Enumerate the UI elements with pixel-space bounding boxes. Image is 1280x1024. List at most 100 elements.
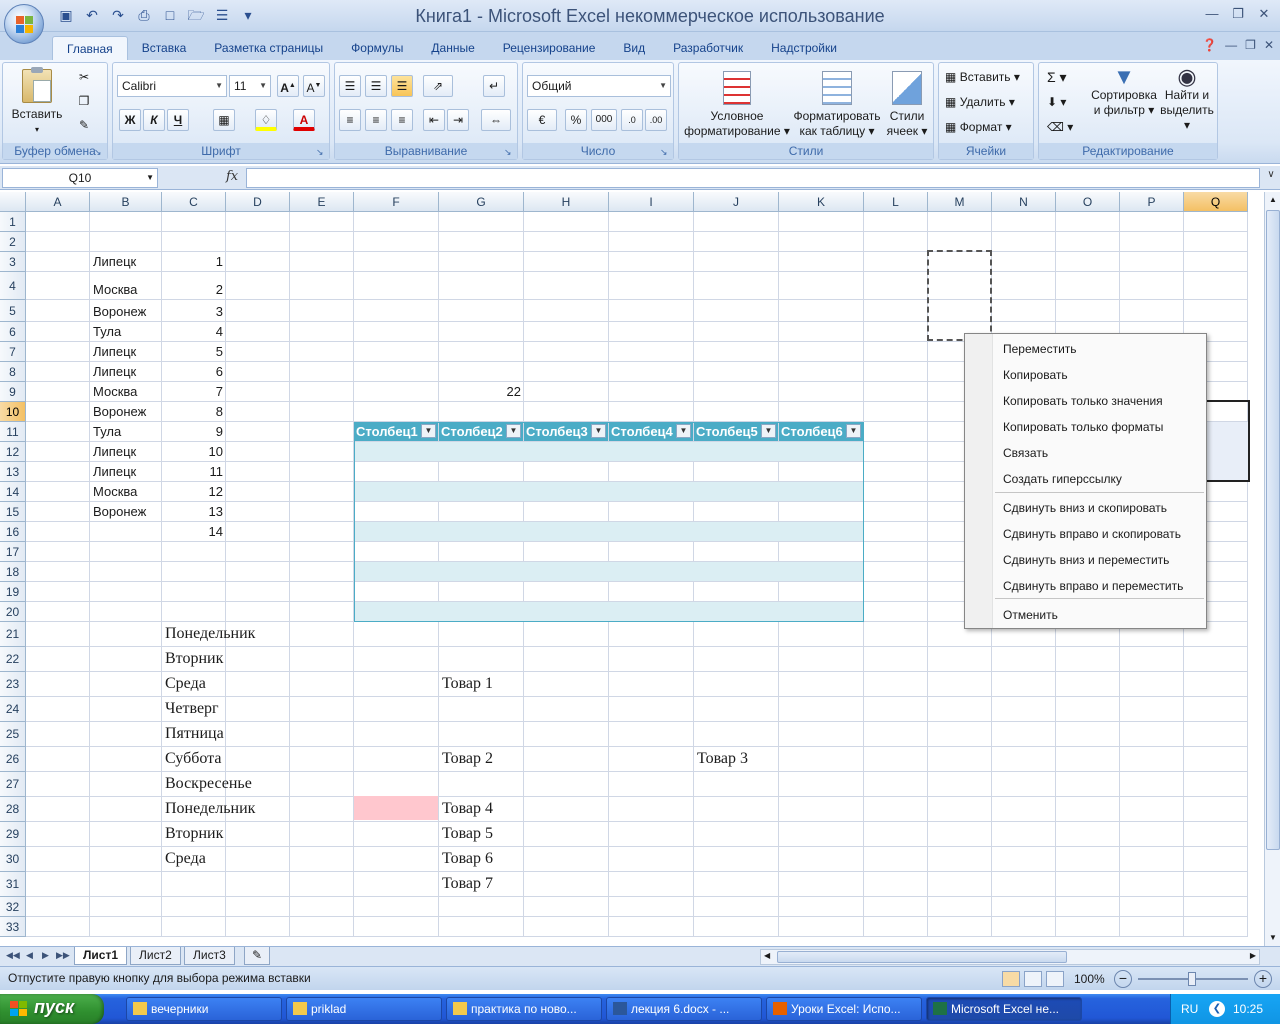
insert-cells-button[interactable]: ▦ Вставить ▾: [945, 69, 1020, 85]
find-select-button[interactable]: ◉ Найти и выделить ▾: [1157, 66, 1217, 133]
cell-J26[interactable]: Товар 3: [694, 750, 751, 768]
column-header-Q[interactable]: Q: [1184, 192, 1248, 212]
row-header-11[interactable]: 11: [0, 422, 26, 442]
percent-button[interactable]: %: [565, 109, 587, 131]
cell-C14[interactable]: 12: [162, 484, 226, 499]
tab-6[interactable]: Вид: [609, 36, 659, 60]
font-launcher-icon[interactable]: ↘: [316, 147, 326, 157]
table-header-cell[interactable]: Столбец3 ▼: [524, 422, 608, 441]
print-preview-icon[interactable]: ☰: [212, 5, 232, 25]
row-header-13[interactable]: 13: [0, 462, 26, 482]
row-header-23[interactable]: 23: [0, 672, 26, 697]
scroll-down-icon[interactable]: ▼: [1266, 930, 1280, 946]
cell-styles-button[interactable]: Стили ячеек ▾: [883, 71, 931, 139]
column-header-A[interactable]: A: [26, 192, 90, 212]
cell-G9[interactable]: 22: [439, 384, 524, 399]
context-menu-item-2[interactable]: Копировать только значения: [1003, 394, 1163, 408]
font-size-combo[interactable]: 11 ▼: [229, 75, 271, 97]
align-left-icon[interactable]: ≡: [339, 109, 361, 131]
ribbon-minimize-icon[interactable]: —: [1225, 38, 1237, 52]
zoom-in-icon[interactable]: +: [1254, 970, 1272, 988]
filter-dropdown-icon[interactable]: ▼: [591, 424, 606, 438]
customize-qat-icon[interactable]: ▾: [238, 5, 258, 25]
row-header-15[interactable]: 15: [0, 502, 26, 522]
cell-C16[interactable]: 14: [162, 524, 226, 539]
cell-B3[interactable]: Липецк: [90, 254, 139, 269]
tab-7[interactable]: Разработчик: [659, 36, 757, 60]
filter-dropdown-icon[interactable]: ▼: [676, 424, 691, 438]
shrink-font-button[interactable]: A▼: [303, 75, 325, 97]
borders-icon[interactable]: ▦: [213, 109, 235, 131]
start-button[interactable]: пуск: [0, 994, 104, 1024]
new-file-icon[interactable]: □: [160, 5, 180, 25]
context-menu-item-0[interactable]: Переместить: [1003, 342, 1077, 356]
formula-input[interactable]: [246, 168, 1260, 188]
thousands-button[interactable]: 000: [591, 109, 617, 131]
tab-4[interactable]: Данные: [417, 36, 488, 60]
row-header-12[interactable]: 12: [0, 442, 26, 462]
filter-dropdown-icon[interactable]: ▼: [846, 424, 861, 438]
context-menu-item-9[interactable]: Сдвинуть вправо и переместить: [1003, 579, 1183, 593]
format-painter-icon[interactable]: ✎: [73, 115, 95, 137]
filter-dropdown-icon[interactable]: ▼: [761, 424, 776, 438]
sort-filter-button[interactable]: ▼ Сортировка и фильтр ▾: [1091, 66, 1157, 118]
language-indicator[interactable]: RU: [1181, 1002, 1198, 1016]
cell-C7[interactable]: 5: [162, 344, 226, 359]
row-header-4[interactable]: 4: [0, 272, 26, 300]
column-header-N[interactable]: N: [992, 192, 1056, 212]
last-sheet-icon[interactable]: ▶▶: [56, 950, 70, 961]
row-header-21[interactable]: 21: [0, 622, 26, 647]
row-header-5[interactable]: 5: [0, 300, 26, 322]
save-icon[interactable]: ▣: [56, 5, 76, 25]
cell-C9[interactable]: 7: [162, 384, 226, 399]
tab-1[interactable]: Вставка: [128, 36, 201, 60]
format-cells-button[interactable]: ▦ Формат ▾: [945, 119, 1012, 135]
print-icon[interactable]: ⎙: [134, 5, 154, 25]
row-header-1[interactable]: 1: [0, 212, 26, 232]
context-menu-item-7[interactable]: Сдвинуть вправо и скопировать: [1003, 527, 1181, 541]
grow-font-button[interactable]: A▲: [277, 75, 299, 97]
column-header-J[interactable]: J: [694, 192, 779, 212]
zoom-level[interactable]: 100%: [1074, 972, 1105, 986]
cell-C29[interactable]: Вторник: [162, 825, 226, 843]
align-center-icon[interactable]: ≡: [365, 109, 387, 131]
column-header-L[interactable]: L: [864, 192, 928, 212]
currency-format-icon[interactable]: €: [527, 109, 557, 131]
number-launcher-icon[interactable]: ↘: [660, 147, 670, 157]
help-icon[interactable]: ❓: [1202, 38, 1217, 52]
clipboard-launcher-icon[interactable]: ↘: [94, 147, 104, 157]
fill-color-icon[interactable]: ♢: [255, 109, 277, 131]
cell-C6[interactable]: 4: [162, 324, 226, 339]
cell-B4[interactable]: Москва: [90, 282, 140, 297]
horizontal-scroll-thumb[interactable]: [777, 951, 1067, 963]
format-as-table-button[interactable]: Форматировать как таблицу ▾: [791, 71, 883, 139]
row-header-3[interactable]: 3: [0, 252, 26, 272]
row-header-31[interactable]: 31: [0, 872, 26, 897]
wrap-text-icon[interactable]: ↵: [483, 75, 505, 97]
vertical-scrollbar[interactable]: ▲ ▼: [1264, 192, 1280, 946]
row-header-33[interactable]: 33: [0, 917, 26, 937]
table-header-cell[interactable]: Столбец6 ▼: [779, 422, 863, 441]
cell-B10[interactable]: Воронеж: [90, 404, 149, 419]
cell-B14[interactable]: Москва: [90, 484, 140, 499]
row-header-29[interactable]: 29: [0, 822, 26, 847]
tab-5[interactable]: Рецензирование: [489, 36, 610, 60]
close-icon[interactable]: ✕: [1252, 4, 1276, 24]
context-menu-item-4[interactable]: Связать: [1003, 446, 1048, 460]
page-layout-view-icon[interactable]: [1024, 971, 1042, 987]
taskbar-task-5[interactable]: Microsoft Excel не...: [926, 997, 1082, 1021]
sheet-tab-1[interactable]: Лист1: [74, 947, 128, 965]
table-header-cell[interactable]: Столбец4 ▼: [609, 422, 693, 441]
page-break-view-icon[interactable]: [1046, 971, 1064, 987]
column-header-O[interactable]: O: [1056, 192, 1120, 212]
cell-C27[interactable]: Воскресенье: [162, 775, 255, 793]
delete-cells-button[interactable]: ▦ Удалить ▾: [945, 94, 1015, 110]
table-header-cell[interactable]: Столбец1 ▼: [354, 422, 438, 441]
cell-G31[interactable]: Товар 7: [439, 875, 496, 893]
minimize-icon[interactable]: —: [1200, 4, 1224, 24]
ribbon-close-icon[interactable]: ✕: [1264, 38, 1274, 52]
tab-8[interactable]: Надстройки: [757, 36, 851, 60]
chevron-down-icon[interactable]: ▼: [146, 169, 154, 187]
open-folder-icon[interactable]: 🗁: [186, 5, 206, 25]
horizontal-scrollbar[interactable]: ◀ ▶: [760, 949, 1260, 965]
